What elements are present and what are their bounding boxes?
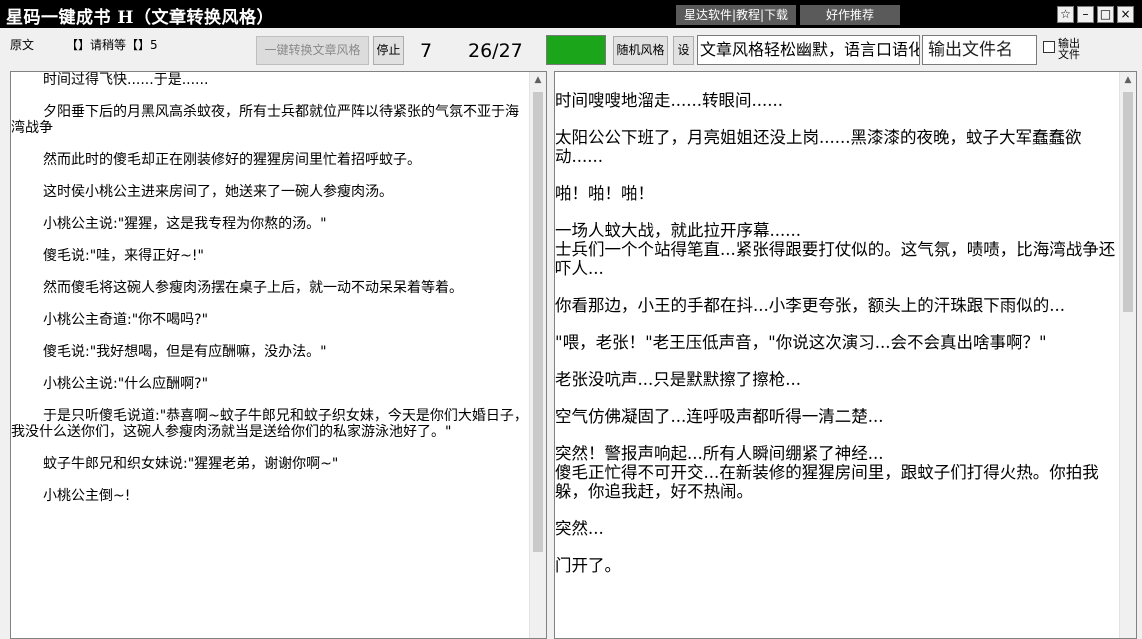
text-paragraph: 老张没吭声...只是默默擦了擦枪... xyxy=(555,370,801,389)
text-paragraph: 小桃公主说:"猩猩，这是我专程为你熬的汤。" xyxy=(43,216,327,232)
scroll-up-arrow-icon[interactable]: ▲ xyxy=(530,72,546,89)
random-style-button[interactable]: 随机风格 xyxy=(613,36,668,65)
right-scroll-thumb[interactable] xyxy=(1123,92,1133,312)
left-scroll-thumb[interactable] xyxy=(533,92,543,552)
text-paragraph: 突然... xyxy=(555,519,604,538)
settings-button[interactable]: 设 xyxy=(673,36,694,65)
style-input[interactable]: 文章风格轻松幽默，语言口语化 xyxy=(697,35,920,65)
text-paragraph: 傻毛说:"哇，来得正好~!" xyxy=(43,248,204,264)
links-button[interactable]: 星达软件|教程|下载 xyxy=(676,5,796,25)
output-checkbox-label: 输出文件 xyxy=(1058,37,1080,61)
maximize-button[interactable]: □ xyxy=(1097,6,1114,23)
text-paragraph: "喂，老张！"老王压低声音，"你说这次演习...会不会真出啥事啊？" xyxy=(555,333,1047,352)
progress-counter: 26/27 xyxy=(468,40,523,62)
text-paragraph: 小桃公主说:"什么应酬啊?" xyxy=(43,376,209,392)
text-paragraph: 太阳公公下班了，月亮姐姐还没上岗......黑漆漆的夜晚，蚊子大军蠢蠢欲动...… xyxy=(555,128,1082,166)
close-button[interactable]: × xyxy=(1117,6,1134,23)
text-paragraph: 小桃公主倒~! xyxy=(43,488,131,504)
text-paragraph: 这时侯小桃公主进来房间了，她送来了一碗人参瘦肉汤。 xyxy=(43,184,393,200)
text-paragraph: 傻毛说:"我好想喝，但是有应酬嘛，没办法。" xyxy=(43,344,327,360)
original-text-area[interactable]: 时间过得飞快......于是...... 夕阳垂下后的月黑风高杀蚊夜，所有士兵都就… xyxy=(10,71,547,639)
converted-text-content: 时间嗖嗖地溜走......转眼间...... 太阳公公下班了，月亮姐姐还没上岗..… xyxy=(555,91,1119,638)
text-paragraph: 你看那边，小王的手都在抖...小李更夸张，额头上的汗珠跟下雨似的... xyxy=(555,296,1065,315)
filename-input[interactable]: 输出文件名 xyxy=(922,35,1037,65)
star-icon[interactable]: ☆ xyxy=(1057,6,1074,23)
text-paragraph: 一场人蚊大战，就此拉开序幕...... 士兵们一个个站得笔直...紧张得跟要打仗… xyxy=(555,221,1116,278)
text-paragraph: 夕阳垂下后的月黑风高杀蚊夜，所有士兵都就位严阵以待紧张的气氛不亚于海湾战争 xyxy=(11,104,519,136)
status-indicator xyxy=(546,35,606,65)
app-title: 星码一键成书 H（文章转换风格） xyxy=(6,8,274,28)
stop-button[interactable]: 停止 xyxy=(373,36,404,65)
text-paragraph: 空气仿佛凝固了...连呼吸声都听得一清二楚... xyxy=(555,407,884,426)
text-paragraph: 蚊子牛郎兄和织女妹说:"猩猩老弟，谢谢你啊~" xyxy=(43,456,339,472)
text-paragraph: 小桃公主奇道:"你不喝吗?" xyxy=(43,312,209,328)
text-paragraph: 门开了。 xyxy=(555,556,621,575)
text-paragraph: 啪！啪！啪！ xyxy=(555,184,654,203)
source-label: 原文 xyxy=(10,38,35,52)
text-paragraph: 然而此时的傻毛却正在刚装修好的猩猩房间里忙着招呼蚊子。 xyxy=(43,152,421,168)
right-scrollbar[interactable]: ▲ xyxy=(1119,72,1136,638)
recommend-button[interactable]: 好作推荐 xyxy=(800,5,900,25)
converted-text-area[interactable]: 时间嗖嗖地溜走......转眼间...... 太阳公公下班了，月亮姐姐还没上岗..… xyxy=(554,71,1137,639)
text-paragraph: 然而傻毛将这碗人参瘦肉汤摆在桌子上后，就一动不动呆呆着等着。 xyxy=(43,280,463,296)
output-checkbox[interactable] xyxy=(1043,41,1055,53)
convert-style-button[interactable]: 一键转换文章风格 xyxy=(256,36,369,65)
text-paragraph: 时间过得飞快......于是...... xyxy=(43,72,209,88)
text-paragraph: 突然！警报声响起...所有人瞬间绷紧了神经... 傻毛正忙得不可开交...在新装… xyxy=(555,444,1099,501)
count-current: 7 xyxy=(420,40,433,62)
title-bar: 星码一键成书 H（文章转换风格） 星达软件|教程|下载 好作推荐 ☆ – □ × xyxy=(0,0,1142,28)
original-text-content: 时间过得飞快......于是...... 夕阳垂下后的月黑风高杀蚊夜，所有士兵都就… xyxy=(11,72,529,638)
text-paragraph: 于是只听傻毛说道:"恭喜啊~蚊子牛郎兄和蚊子织女妹，今天是你们大婚日子，我没什么… xyxy=(11,408,528,440)
status-text: 【】请稍等【】5 xyxy=(66,38,158,52)
text-paragraph: 时间嗖嗖地溜走......转眼间...... xyxy=(555,91,783,110)
minimize-button[interactable]: – xyxy=(1077,6,1094,23)
scroll-up-arrow-icon[interactable]: ▲ xyxy=(1120,72,1136,89)
left-scrollbar[interactable]: ▲ xyxy=(529,72,546,638)
